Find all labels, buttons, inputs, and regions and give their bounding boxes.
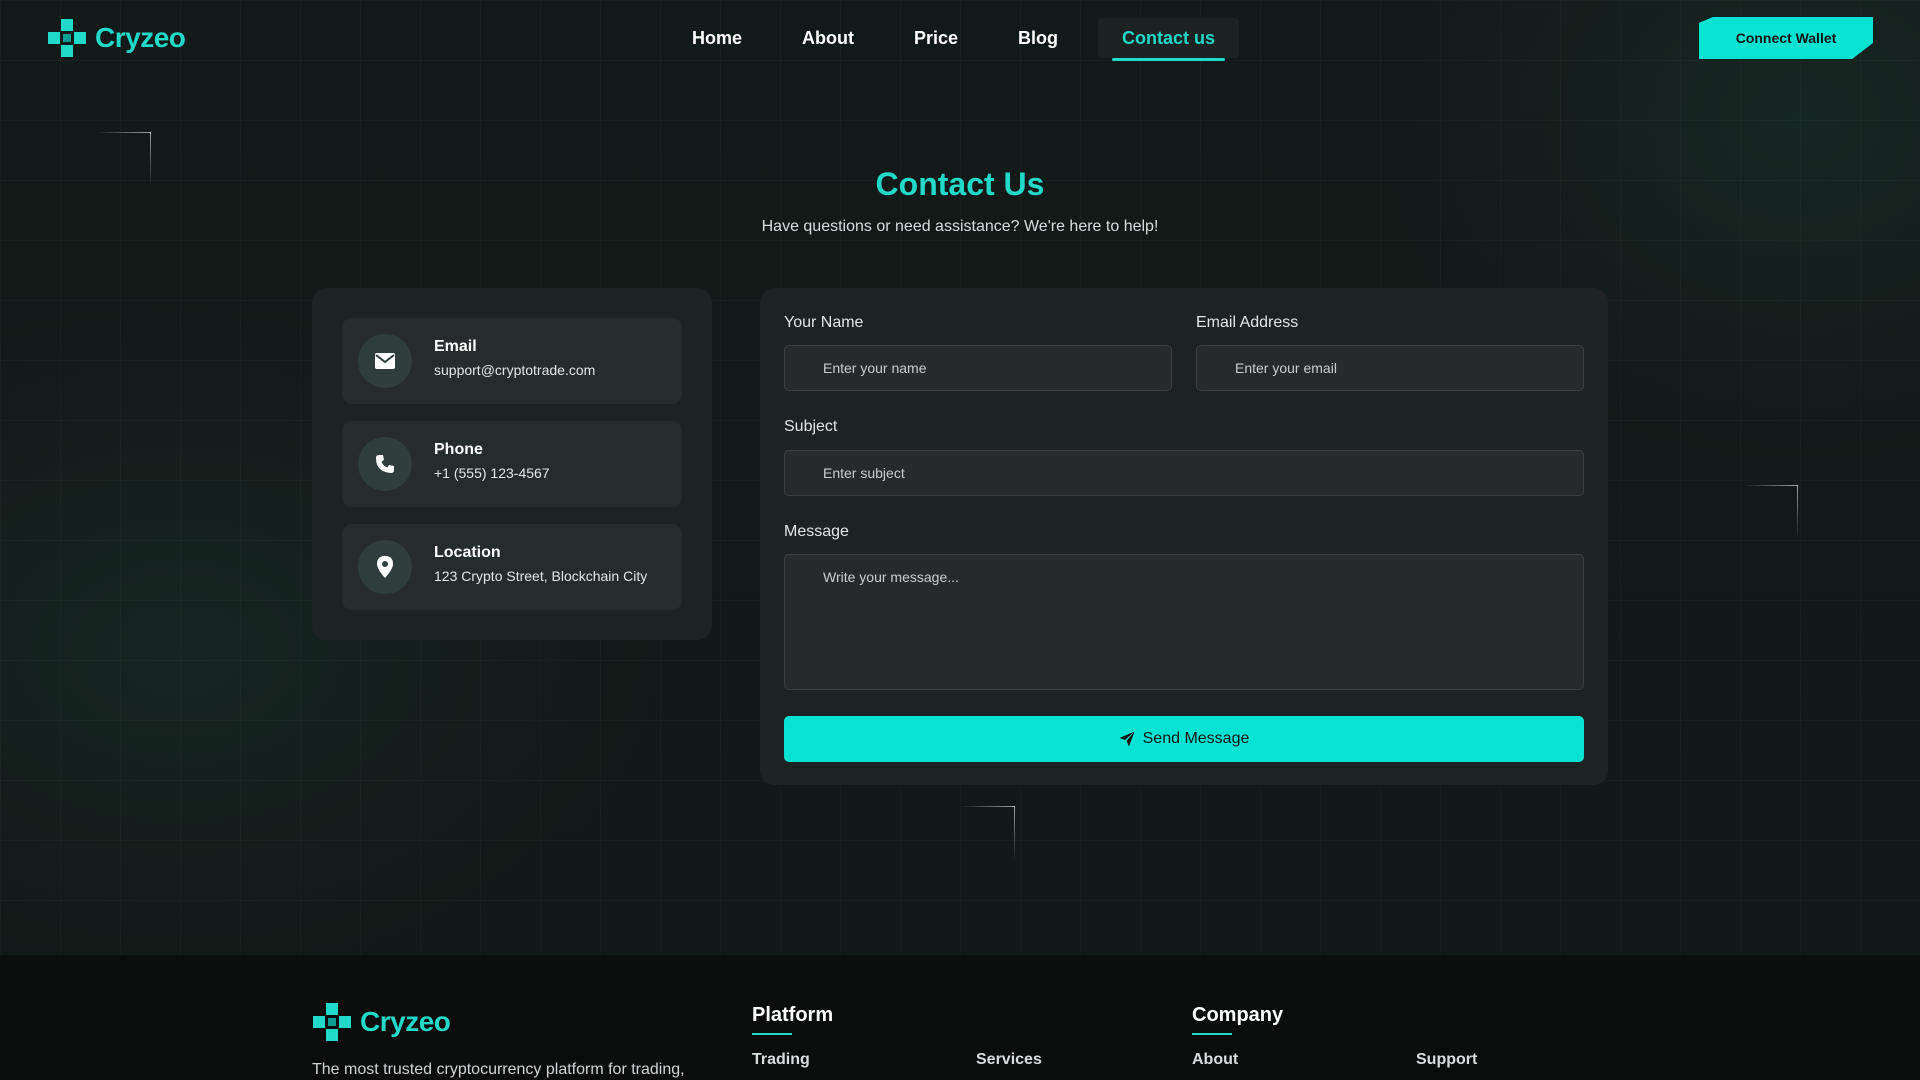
message-textarea[interactable] bbox=[784, 554, 1584, 690]
contact-phone-item: Phone +1 (555) 123-4567 bbox=[342, 421, 682, 507]
nav-about[interactable]: About bbox=[782, 18, 874, 58]
page-subtitle: Have questions or need assistance? We're… bbox=[761, 218, 1159, 235]
footer-brand-name: Cryzeo bbox=[360, 1006, 451, 1037]
send-message-button[interactable]: Send Message bbox=[784, 716, 1584, 762]
footer-link-support[interactable]: Support bbox=[1416, 1051, 1477, 1069]
send-message-label: Send Message bbox=[1142, 730, 1250, 747]
contact-phone-value: +1 (555) 123-4567 bbox=[434, 465, 550, 481]
logo-icon bbox=[48, 19, 86, 57]
footer-company-heading: Company bbox=[1192, 1004, 1284, 1026]
subject-label: Subject bbox=[784, 418, 838, 435]
page-title: Contact Us bbox=[875, 166, 1045, 202]
subject-input[interactable] bbox=[784, 450, 1584, 496]
footer-link-trading[interactable]: Trading bbox=[752, 1051, 810, 1069]
email-label: Email Address bbox=[1196, 314, 1299, 331]
contact-email-item: Email support@cryptotrade.com bbox=[342, 318, 682, 404]
sparkle-decoration bbox=[960, 806, 1015, 861]
paper-plane-icon bbox=[1119, 731, 1135, 747]
contact-phone-label: Phone bbox=[434, 441, 483, 458]
footer-platform-heading: Platform bbox=[752, 1004, 834, 1026]
brand-logo[interactable]: Cryzeo bbox=[47, 18, 186, 58]
contact-email-value: support@cryptotrade.com bbox=[434, 362, 596, 378]
site-footer: Cryzeo The most trusted cryptocurrency p… bbox=[0, 955, 1920, 1080]
sparkle-decoration bbox=[1743, 485, 1798, 540]
nav-price[interactable]: Price bbox=[894, 18, 978, 58]
map-pin-icon bbox=[358, 540, 412, 594]
contact-email-label: Email bbox=[434, 338, 477, 355]
contact-location-value: 123 Crypto Street, Blockchain City bbox=[434, 568, 648, 584]
footer-link-about[interactable]: About bbox=[1192, 1051, 1238, 1069]
phone-icon bbox=[358, 437, 412, 491]
envelope-icon bbox=[358, 334, 412, 388]
footer-link-services[interactable]: Services bbox=[976, 1051, 1042, 1069]
brand-name: Cryzeo bbox=[95, 22, 186, 53]
connect-wallet-button[interactable]: Connect Wallet bbox=[1699, 17, 1873, 59]
message-label: Message bbox=[784, 523, 849, 540]
logo-icon bbox=[313, 1003, 351, 1041]
email-input[interactable] bbox=[1196, 345, 1584, 391]
contact-info-card: Email support@cryptotrade.com Phone +1 (… bbox=[312, 288, 712, 640]
heading-underline bbox=[752, 1033, 792, 1035]
top-header: Cryzeo Home About Price Blog Contact us … bbox=[0, 0, 1920, 80]
contact-form: Your Name Email Address Subject Message … bbox=[760, 288, 1608, 785]
name-input[interactable] bbox=[784, 345, 1172, 391]
nav-blog[interactable]: Blog bbox=[998, 18, 1078, 58]
main-nav: Home About Price Blog Contact us bbox=[672, 18, 1240, 61]
nav-home[interactable]: Home bbox=[672, 18, 762, 58]
contact-location-item: Location 123 Crypto Street, Blockchain C… bbox=[342, 524, 682, 610]
footer-description: The most trusted cryptocurrency platform… bbox=[312, 1061, 685, 1078]
heading-underline bbox=[1192, 1033, 1232, 1035]
contact-location-label: Location bbox=[434, 544, 501, 561]
footer-logo[interactable]: Cryzeo bbox=[312, 1002, 451, 1042]
nav-contact-us[interactable]: Contact us bbox=[1098, 18, 1240, 61]
name-label: Your Name bbox=[784, 314, 864, 331]
